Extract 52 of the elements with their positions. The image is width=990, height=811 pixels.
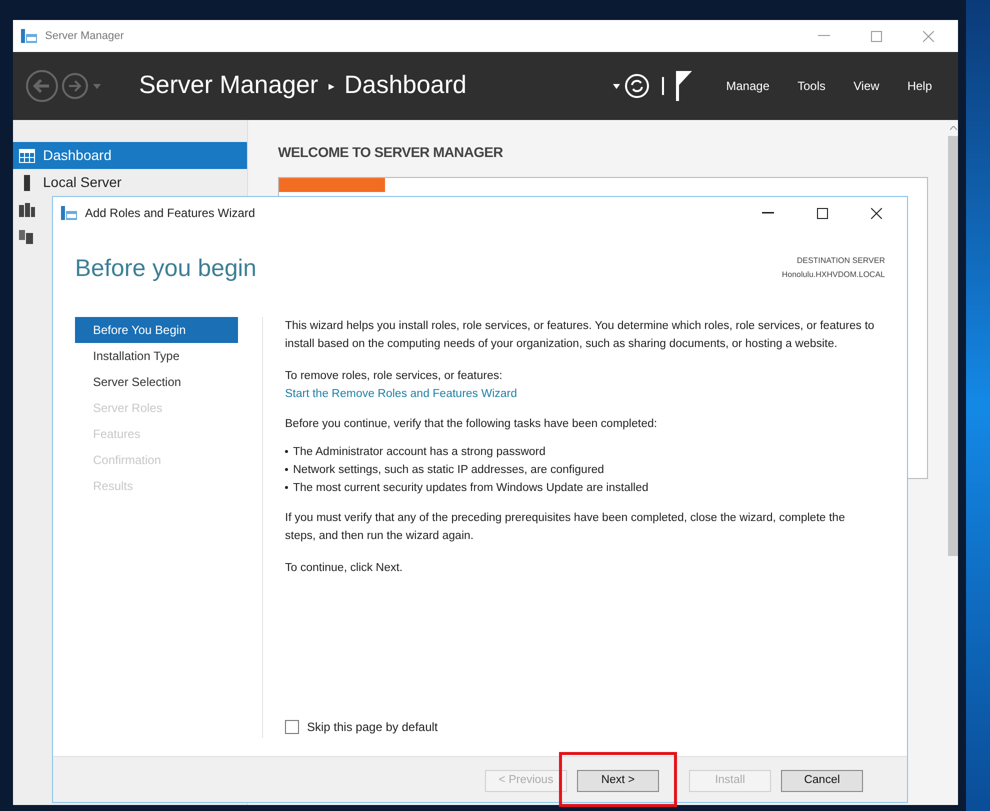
minimize-icon — [762, 212, 774, 214]
task-item: The most current security updates from Windows Update are installed — [293, 481, 648, 496]
remove-label: To remove roles, role services, or features: — [285, 369, 504, 384]
dropdown-icon[interactable] — [613, 84, 620, 88]
bullet-icon — [285, 486, 288, 489]
intro-paragraph: This wizard helps you install roles, role services, or features. You determine which roles, role services, or features to install based on the computing needs of your organization, such as sharing documents, or hosting a website. — [285, 319, 876, 352]
destination-label: DESTINATION SERVER — [796, 255, 885, 267]
wizard-icon — [61, 206, 77, 220]
menu-item[interactable]: View — [840, 77, 894, 95]
menu-item[interactable]: Help — [893, 77, 946, 95]
close-icon — [870, 208, 882, 218]
close-icon — [922, 30, 934, 42]
welcome-heading: WELCOME TO SERVER MANAGER — [278, 143, 504, 162]
scroll-up-icon[interactable] — [950, 126, 956, 130]
menu-item[interactable]: Tools — [784, 77, 840, 95]
menu-item[interactable]: Manage — [712, 77, 784, 95]
verify-text: Before you continue, verify that the following tasks have been completed: — [285, 417, 658, 432]
skip-checkbox[interactable] — [285, 720, 299, 734]
dashboard-icon — [19, 148, 35, 162]
sidebar-item[interactable]: Dashboard — [13, 142, 247, 169]
sidebar-item[interactable]: Local Server — [13, 169, 247, 196]
maximize-icon — [816, 208, 828, 218]
destination-server: Honolulu.HXHVDOM.LOCAL — [782, 269, 885, 281]
wizard-title: Add Roles and Features Wizard — [85, 205, 256, 222]
roles-icon — [19, 230, 35, 244]
window-title: Server Manager — [45, 28, 124, 44]
breadcrumb-separator: ▸ — [328, 78, 334, 95]
wizard-button[interactable]: Cancel — [781, 770, 863, 792]
wizard-step[interactable]: Installation Type — [75, 343, 238, 369]
scrollbar-thumb[interactable] — [948, 136, 958, 556]
minimize-icon — [818, 35, 830, 37]
remove-wizard-link[interactable]: Start the Remove Roles and Features Wizard — [285, 385, 518, 403]
servers-icon — [19, 202, 35, 216]
back-icon[interactable] — [25, 69, 59, 103]
bullet-icon — [285, 468, 288, 471]
forward-icon[interactable] — [61, 72, 89, 100]
flag-icon[interactable] — [676, 71, 692, 101]
skip-label: Skip this page by default — [307, 719, 438, 736]
maximize-icon — [870, 30, 882, 42]
task-item: The Administrator account has a strong password — [293, 445, 546, 460]
bullet-icon — [285, 450, 288, 453]
breadcrumb-root[interactable]: Server Manager — [139, 67, 318, 105]
wizard-heading: Before you begin — [75, 254, 256, 284]
wizard-button[interactable]: Next > — [577, 770, 659, 792]
task-item: Network settings, such as static IP addresses, are configured — [293, 463, 604, 478]
wizard-step[interactable]: Before You Begin — [75, 317, 238, 343]
server-manager-icon — [21, 29, 37, 43]
prerequisites-text: If you must verify that any of the preceding prerequisites have been completed, close the wizard, complete the steps, and then run the wizard again. — [285, 511, 846, 544]
refresh-icon[interactable] — [624, 73, 650, 99]
continue-text: To continue, click Next. — [285, 561, 404, 576]
breadcrumb-current: Dashboard — [344, 70, 467, 102]
wizard-step[interactable]: Server Selection — [75, 369, 238, 395]
